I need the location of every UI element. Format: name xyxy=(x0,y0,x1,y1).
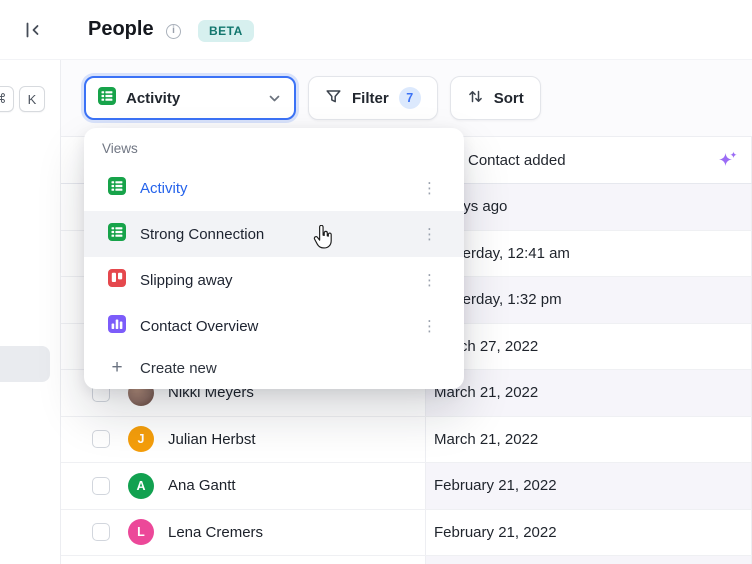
view-selector-label: Activity xyxy=(126,89,181,107)
left-rail: ⌘ K xyxy=(0,60,61,564)
person-cell: J Julian Herbst xyxy=(60,417,425,463)
avatar: J xyxy=(128,426,154,453)
filter-button-label: Filter xyxy=(352,89,389,107)
filter-funnel-icon xyxy=(325,88,342,109)
menu-item-label: Contact Overview xyxy=(140,317,259,335)
menu-item-label: Slipping away xyxy=(140,271,233,289)
avatar: L xyxy=(128,519,154,546)
top-bar: People i BETA xyxy=(0,0,752,60)
chart-view-icon xyxy=(108,314,126,338)
menu-item-activity[interactable]: Activity ⋮ xyxy=(84,165,464,211)
sort-button-label: Sort xyxy=(493,89,524,107)
avatar: A xyxy=(128,472,154,499)
page-title: People xyxy=(88,18,154,40)
contact-added-cell: 2 days ago xyxy=(425,184,752,230)
menu-item-options-icon[interactable]: ⋮ xyxy=(417,269,442,291)
menu-item-slipping-away[interactable]: Slipping away ⋮ xyxy=(84,257,464,303)
contact-added-cell: February 21, 2022 xyxy=(425,509,752,555)
person-cell: A Ana Gantt xyxy=(60,463,425,509)
person-cell: L Lena Cremers xyxy=(60,510,425,556)
contact-added-value: February 21, 2022 xyxy=(434,477,557,495)
rail-highlight xyxy=(0,346,50,382)
contact-added-cell: March 21, 2022 xyxy=(425,370,752,416)
filter-count-badge: 7 xyxy=(398,87,421,109)
table-row[interactable]: A Ana Gantt February 21, 2022 xyxy=(60,463,752,510)
person-cell xyxy=(60,556,425,564)
sort-arrows-icon xyxy=(467,88,484,109)
table-row[interactable]: J Julian Herbst March 21, 2022 xyxy=(60,416,752,463)
menu-item-contact-overview[interactable]: Contact Overview ⋮ xyxy=(84,303,464,349)
board-view-icon xyxy=(108,268,126,292)
menu-item-label: Activity xyxy=(140,179,188,197)
contact-added-column-header[interactable]: Contact added xyxy=(425,137,752,183)
table-view-icon xyxy=(108,176,126,200)
table-view-icon xyxy=(108,222,126,246)
collapse-sidebar-button[interactable] xyxy=(20,18,46,44)
menu-item-options-icon[interactable]: ⋮ xyxy=(417,315,442,337)
menu-item-strong-connection[interactable]: Strong Connection ⋮ xyxy=(84,211,464,257)
views-menu: Views Activity ⋮ Strong Connection ⋮ Sli… xyxy=(84,128,464,389)
contact-added-cell: Yesterday, 1:32 pm xyxy=(425,277,752,323)
shortcut-modifier-chip: ⌘ xyxy=(0,86,14,112)
table-view-icon xyxy=(98,87,116,109)
ai-sparkle-icon[interactable] xyxy=(717,150,739,170)
contact-added-cell: March 21, 2022 xyxy=(425,416,752,462)
menu-item-options-icon[interactable]: ⋮ xyxy=(417,223,442,245)
filter-button[interactable]: Filter 7 xyxy=(308,76,438,120)
app-root: People i BETA ⌘ K Activity xyxy=(0,0,752,564)
person-name: Julian Herbst xyxy=(168,430,256,448)
contact-added-header-label: Contact added xyxy=(468,151,566,169)
sort-button[interactable]: Sort xyxy=(449,76,541,120)
toolbar: Activity Filter 7 Sort xyxy=(84,76,541,120)
collapse-sidebar-icon xyxy=(22,22,44,44)
person-name: Lena Cremers xyxy=(168,523,264,541)
view-selector-button[interactable]: Activity xyxy=(84,76,296,120)
contact-added-value: February 21, 2022 xyxy=(434,523,557,541)
row-checkbox[interactable] xyxy=(92,430,110,449)
table-row[interactable]: L Lena Cremers February 21, 2022 xyxy=(60,509,752,556)
menu-item-options-icon[interactable]: ⋮ xyxy=(417,177,442,199)
create-new-view-button[interactable]: + Create new xyxy=(84,349,464,387)
views-section-label: Views xyxy=(102,141,138,156)
create-new-label: Create new xyxy=(140,359,217,377)
shortcut-key-chip: K xyxy=(19,86,45,112)
info-icon[interactable]: i xyxy=(166,24,181,39)
row-checkbox[interactable] xyxy=(92,476,110,495)
beta-badge: BETA xyxy=(198,20,254,42)
row-checkbox[interactable] xyxy=(92,523,110,542)
person-name: Ana Gantt xyxy=(168,477,236,495)
contact-added-cell: March 27, 2022 xyxy=(425,323,752,369)
contact-added-cell: Yesterday, 12:41 am xyxy=(425,230,752,276)
chevron-down-icon xyxy=(267,91,282,106)
contact-added-cell xyxy=(425,556,752,564)
plus-icon: + xyxy=(111,357,123,378)
menu-item-label: Strong Connection xyxy=(140,225,265,243)
table-row-empty xyxy=(60,556,752,564)
contact-added-value: March 21, 2022 xyxy=(434,430,539,448)
contact-added-cell: February 21, 2022 xyxy=(425,463,752,509)
